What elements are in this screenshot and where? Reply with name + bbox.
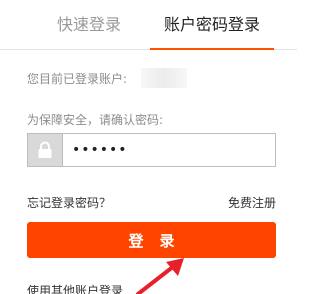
login-button[interactable]: 登录 [27, 222, 276, 258]
account-name-masked [141, 68, 187, 88]
login-tabs: 快速登录 账户密码登录 [0, 0, 297, 50]
free-register-link[interactable]: 免费注册 [228, 194, 276, 211]
logged-in-label: 您目前已登录账户: [27, 72, 128, 86]
login-panel: 快速登录 账户密码登录 您目前已登录账户: 为保障安全，请确认密码: 忘记登录密… [0, 0, 297, 294]
forgot-password-link[interactable]: 忘记登录密码？ [27, 194, 111, 211]
password-input[interactable] [64, 134, 275, 166]
tab-quick-login[interactable]: 快速登录 [30, 0, 148, 50]
password-field-container [27, 133, 276, 167]
other-account-login-link[interactable]: 使用其他账户登录 [27, 282, 123, 294]
lock-icon [28, 134, 63, 166]
annotation-arrow-icon [136, 258, 184, 294]
verify-password-label: 为保障安全，请确认密码: [27, 113, 164, 127]
tab-account-login[interactable]: 账户密码登录 [150, 0, 274, 50]
active-tab-indicator [150, 48, 274, 50]
